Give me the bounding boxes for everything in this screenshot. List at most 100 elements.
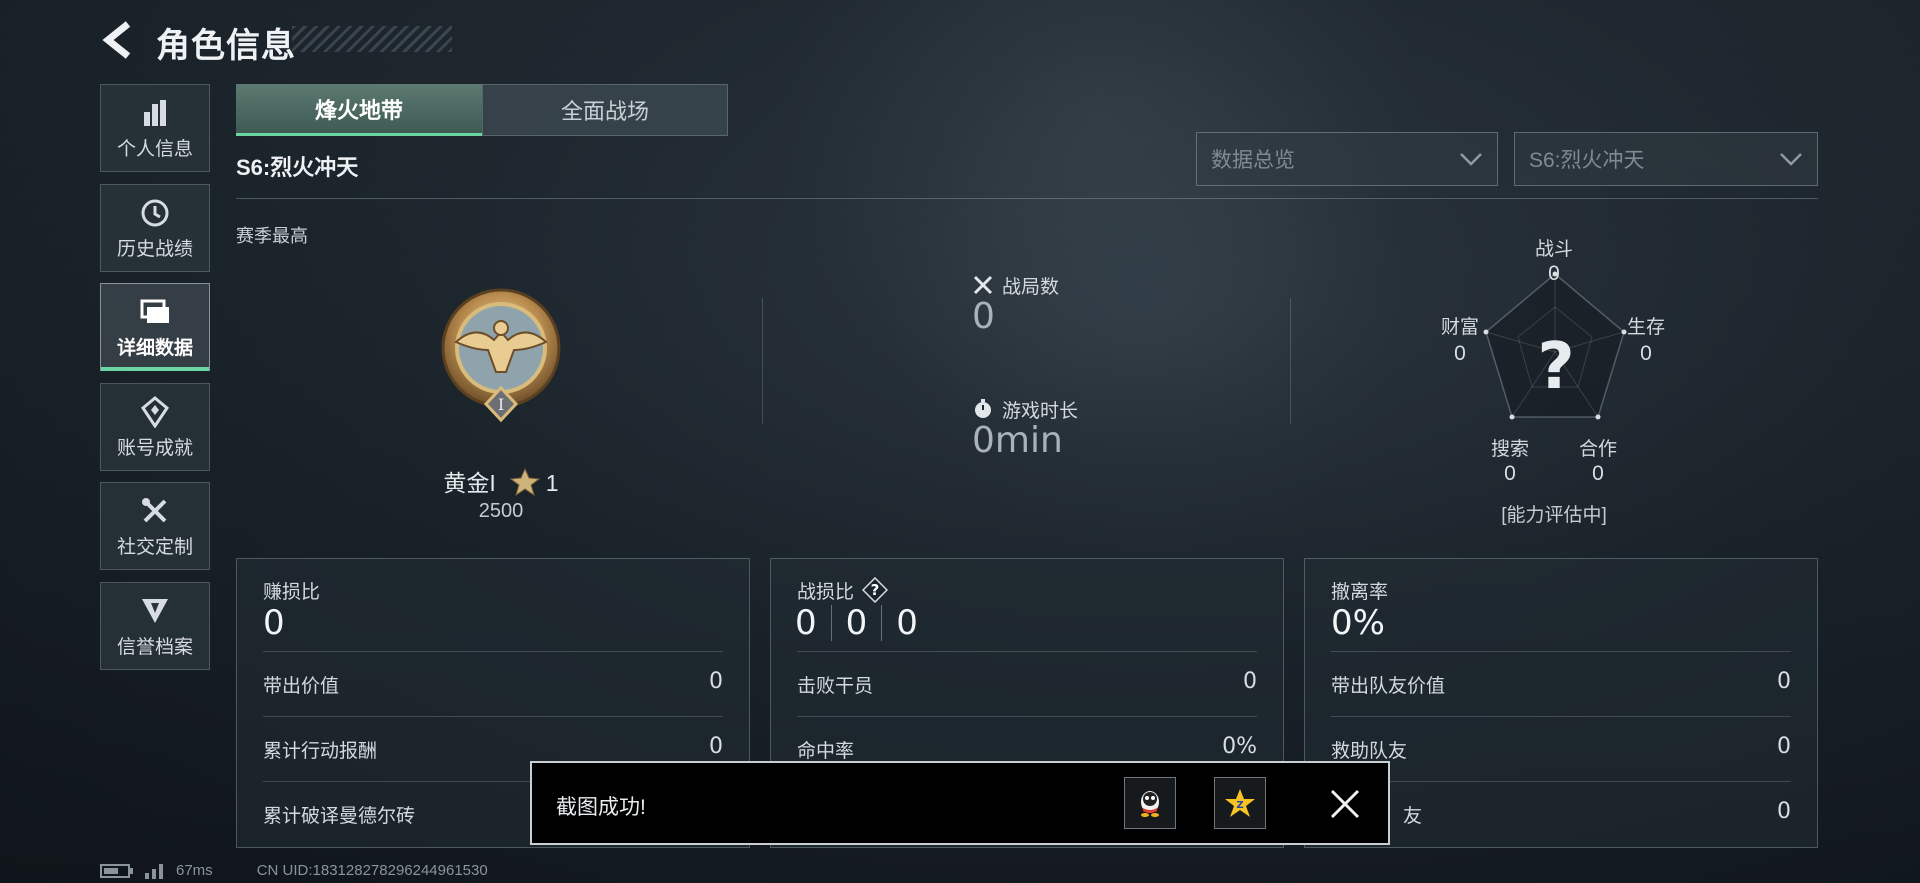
sidebar-item-label: 历史战绩 xyxy=(116,238,193,260)
sidebar-item-credit[interactable]: 信誉档案 xyxy=(100,582,210,670)
divider xyxy=(1331,651,1791,652)
view-dropdown[interactable]: 数据总览 xyxy=(1196,132,1498,186)
rank-score: 2500 xyxy=(478,500,524,522)
divider xyxy=(263,651,723,652)
radar-label-combat: 战斗 xyxy=(1534,239,1573,260)
tab-fire-zone[interactable]: 烽火地带 xyxy=(236,84,482,136)
tab-full-battlefield[interactable]: 全面战场 xyxy=(482,84,728,136)
row-label: 救助队友 xyxy=(1331,741,1408,762)
divider xyxy=(1290,298,1291,424)
radar-value-wealth: 0 xyxy=(1454,342,1466,365)
card-title: 战损比? xyxy=(797,577,889,604)
kill-value: 0 xyxy=(795,603,817,643)
radar-value-teamwork: 0 xyxy=(1592,462,1604,485)
sidebar-item-label: 详细数据 xyxy=(116,337,193,359)
radar-label-survival: 生存 xyxy=(1626,317,1665,338)
uid-text: CN UID:1831282782962449615​30 xyxy=(256,862,488,879)
divider xyxy=(263,716,723,717)
qzone-share-icon: Z xyxy=(1225,789,1255,817)
sidebar-item-label: 社交定制 xyxy=(116,536,193,558)
view-dropdown-value: 数据总览 xyxy=(1211,149,1295,172)
screenshot-toast: 截图成功! Z xyxy=(530,761,1390,845)
row-label: 带出队友价值 xyxy=(1331,676,1446,697)
radar-status-note: [能力评估中] xyxy=(1501,505,1607,526)
divider xyxy=(762,298,763,424)
help-icon[interactable]: ? xyxy=(862,577,889,603)
svg-text:?: ? xyxy=(871,581,880,599)
stopwatch-icon xyxy=(975,399,991,418)
season-best-label: 赛季最高 xyxy=(236,226,308,246)
combat-ratio-values: 0 0 0 xyxy=(795,603,918,643)
page-title: 角色信息 xyxy=(156,27,296,65)
rank-stars: 1 xyxy=(545,470,559,496)
row-value: 0 xyxy=(1777,799,1791,824)
crossed-swords-icon xyxy=(973,275,993,295)
card-title-text: 战损比 xyxy=(797,582,855,603)
share-qq-button[interactable] xyxy=(1124,777,1176,829)
status-footer: 67ms CN UID:1831282782962449615​30 xyxy=(100,862,488,879)
row-value: 0 xyxy=(1243,669,1257,694)
sidebar-item-achievements[interactable]: 账号成就 xyxy=(100,383,210,471)
radar-unknown-icon: ? xyxy=(1537,330,1575,404)
row-label: 累计行动报酬 xyxy=(263,741,378,762)
svg-text:I: I xyxy=(498,395,504,414)
matches-label: 战局数 xyxy=(1002,277,1060,298)
divider xyxy=(797,651,1257,652)
rank-tier: 黄金I xyxy=(443,470,496,496)
divider xyxy=(1331,781,1791,782)
season-title: S6:烈火冲天 xyxy=(236,155,359,180)
radar-value-combat: 0 xyxy=(1548,262,1560,285)
playtime-label: 游戏时长 xyxy=(1002,401,1079,422)
radar-label-teamwork: 合作 xyxy=(1578,439,1617,460)
signal-icon xyxy=(145,863,163,879)
rank-name: 黄金I 1 xyxy=(436,464,566,498)
season-dropdown-value: S6:烈火冲天 xyxy=(1529,149,1645,172)
star-icon xyxy=(509,467,540,497)
sidebar-item-social[interactable]: 社交定制 xyxy=(100,482,210,570)
radar-label-wealth: 财富 xyxy=(1440,317,1479,338)
row-label: 击败干员 xyxy=(797,676,874,697)
row-label: 命中率 xyxy=(797,741,855,762)
sidebar-item-label: 账号成就 xyxy=(116,437,193,459)
chevron-down-icon xyxy=(1780,153,1802,166)
card-title: 赚损比 xyxy=(263,582,321,603)
divider xyxy=(830,605,832,641)
title-decoration xyxy=(292,26,452,52)
death-value: 0 xyxy=(845,603,868,643)
divider xyxy=(797,716,1257,717)
radar-value-survival: 0 xyxy=(1640,342,1652,365)
sidebar-item-history[interactable]: 历史战绩 xyxy=(100,184,210,272)
divider xyxy=(236,198,1818,199)
radar-value-search: 0 xyxy=(1504,462,1516,485)
tools-icon xyxy=(138,494,172,528)
row-value: 0 xyxy=(1777,734,1791,759)
close-icon[interactable] xyxy=(1328,787,1362,821)
battery-icon xyxy=(100,863,133,878)
credit-shield-icon xyxy=(138,594,172,628)
sidebar-item-personal-info[interactable]: 个人信息 xyxy=(100,84,210,172)
back-arrow-icon[interactable] xyxy=(100,20,134,60)
divider xyxy=(1331,716,1791,717)
divider xyxy=(881,605,883,641)
bar-chart-icon xyxy=(138,96,172,130)
card-main-value: 0 xyxy=(263,603,285,643)
season-dropdown[interactable]: S6:烈火冲天 xyxy=(1514,132,1818,186)
achievement-badge-icon xyxy=(138,395,172,429)
row-label: 友 xyxy=(1403,806,1423,827)
row-value: 0 xyxy=(709,734,723,759)
qq-share-icon xyxy=(1141,791,1159,817)
rank-medal-icon: I xyxy=(441,288,561,423)
card-main-value: 0% xyxy=(1331,603,1385,643)
sidebar-item-label: 个人信息 xyxy=(116,138,193,160)
row-value: 0 xyxy=(709,669,723,694)
sidebar-item-label: 信誉档案 xyxy=(116,636,193,658)
share-qzone-button[interactable]: Z xyxy=(1214,777,1266,829)
sidebar-item-detailed-data[interactable]: 详细数据 xyxy=(100,283,210,371)
ping-value: 67ms xyxy=(176,862,213,879)
svg-text:Z: Z xyxy=(1236,800,1243,811)
history-clock-icon xyxy=(138,196,172,230)
card-title: 撤离率 xyxy=(1331,582,1389,603)
row-label: 带出价值 xyxy=(263,676,340,697)
assist-value: 0 xyxy=(896,603,918,643)
folders-icon xyxy=(138,295,172,329)
